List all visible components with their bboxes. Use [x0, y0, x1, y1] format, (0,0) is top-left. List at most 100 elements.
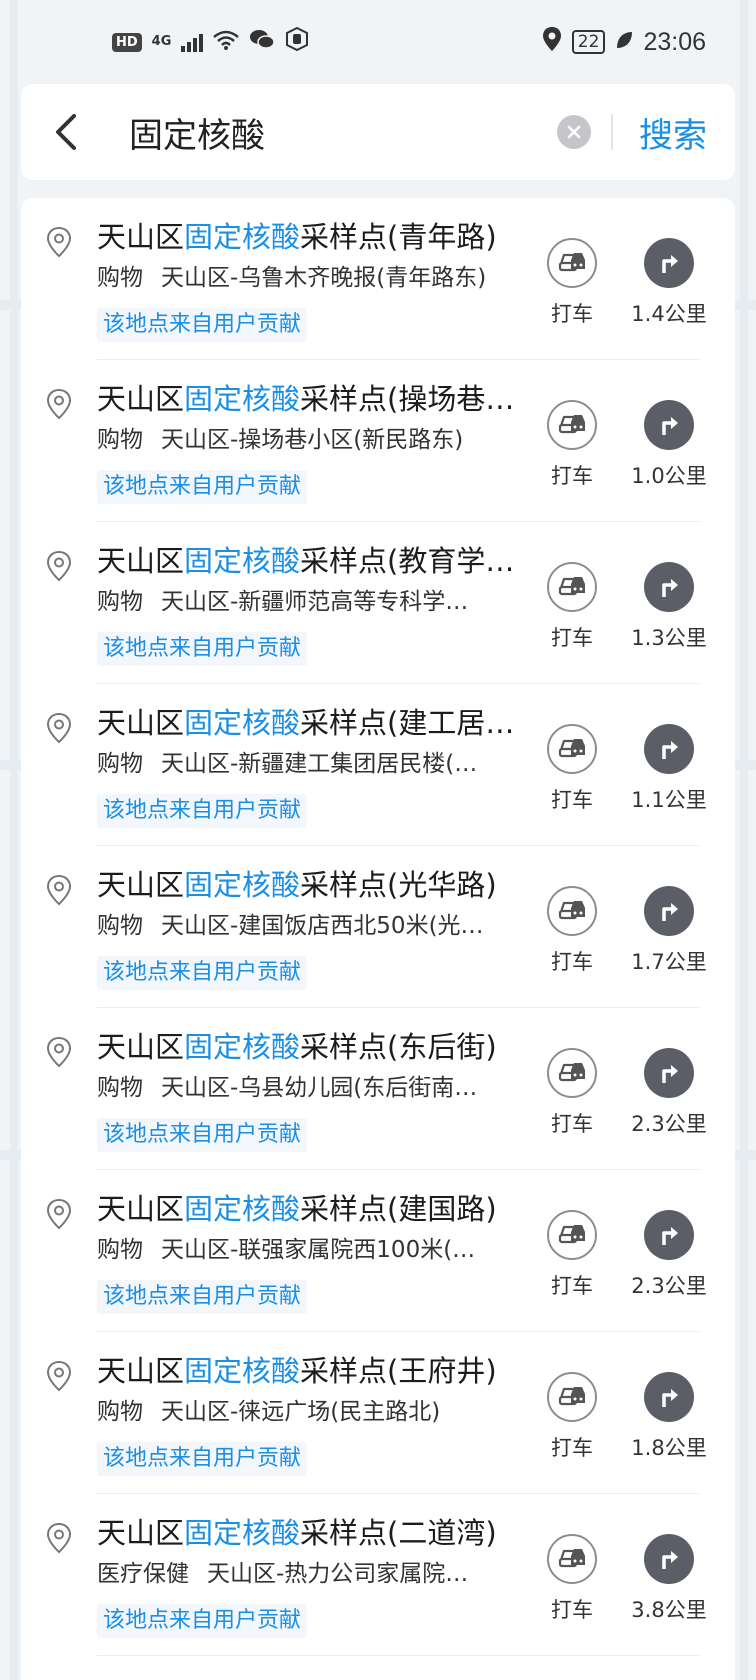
- taxi-label: 打车: [551, 1274, 593, 1298]
- result-subtitle: 医疗保健 天山区-热力公司家属院…: [97, 1558, 541, 1590]
- taxi-button[interactable]: 打车: [537, 1534, 607, 1624]
- taxi-button[interactable]: 打车: [537, 400, 607, 490]
- distance-label: 2.3公里: [631, 1274, 707, 1298]
- result-address: 天山区-操场巷小区(新民路东): [161, 427, 464, 453]
- title-suffix: 采样点(王府井): [300, 1354, 497, 1388]
- result-item[interactable]: 天山区固定核酸采样点(光华路) 购物 天山区-建国饭店西北50米(光… 该地点来自…: [21, 846, 735, 1008]
- distance-label: 1.0公里: [631, 464, 707, 488]
- close-icon: [567, 125, 581, 139]
- car-icon: [558, 901, 585, 920]
- results-list: 天山区固定核酸采样点(青年路) 购物 天山区-乌鲁木齐晚报(青年路东) 该地点来自…: [21, 198, 735, 1680]
- result-item[interactable]: 天山区固定核酸采样点(教育学… 购物 天山区-新疆师范高等专科学… 该地点来自用户…: [21, 522, 735, 684]
- route-icon-circle: [644, 562, 694, 612]
- location-pin-icon: [46, 550, 72, 582]
- result-item[interactable]: 天山区固定核酸采样点(东后街) 购物 天山区-乌县幼儿园(东后街南… 该地点来自用…: [21, 1008, 735, 1170]
- title-suffix: 采样点(建工居…: [300, 706, 515, 740]
- result-item[interactable]: 天山区固定核酸采样点(建国路) 购物 天山区-联强家属院西100米(… 该地点来自…: [21, 1170, 735, 1332]
- taxi-button[interactable]: 打车: [537, 1372, 607, 1462]
- row-actions: 打车 3.8公里: [537, 1534, 711, 1624]
- title-suffix: 采样点(光华路): [300, 868, 497, 902]
- taxi-button[interactable]: 打车: [537, 1210, 607, 1300]
- user-contributed-tag: 该地点来自用户贡献: [97, 794, 308, 828]
- title-prefix: 天山区: [97, 1030, 185, 1064]
- back-button[interactable]: [21, 84, 111, 180]
- title-highlight: 固定核酸: [184, 1354, 301, 1388]
- title-prefix: 天山区: [97, 544, 185, 578]
- location-pin-icon: [46, 1522, 72, 1554]
- taxi-button[interactable]: 打车: [537, 886, 607, 976]
- result-item[interactable]: 天山区固定核酸采样点(王府井) 购物 天山区-徕远广场(民主路北) 该地点来自用户…: [21, 1332, 735, 1494]
- clear-button[interactable]: [557, 115, 591, 149]
- distance-label: 2.3公里: [631, 1112, 707, 1136]
- route-button[interactable]: 3.8公里: [627, 1534, 711, 1624]
- route-icon-circle: [644, 1210, 694, 1260]
- result-category: 购物: [97, 1075, 143, 1101]
- pin-column: [21, 1170, 97, 1332]
- taxi-icon-circle: [547, 1048, 597, 1098]
- title-highlight: 固定核酸: [184, 220, 301, 254]
- title-prefix: 天山区: [97, 868, 185, 902]
- car-icon: [558, 1225, 585, 1244]
- taxi-button[interactable]: 打车: [537, 562, 607, 652]
- distance-label: 1.3公里: [631, 626, 707, 650]
- route-icon-circle: [644, 724, 694, 774]
- result-item[interactable]: 天山区固定核酸采样点(建工居… 购物 天山区-新疆建工集团居民楼(… 该地点来自用…: [21, 684, 735, 846]
- search-button[interactable]: 搜索: [639, 108, 707, 157]
- user-contributed-tag: 该地点来自用户贡献: [97, 308, 308, 342]
- pin-column: [21, 1008, 97, 1170]
- result-address: 天山区-乌县幼儿园(东后街南…: [161, 1075, 478, 1101]
- route-button[interactable]: 1.3公里: [627, 562, 711, 652]
- signal-icon: [181, 32, 204, 52]
- result-address: 天山区-乌鲁木齐晚报(青年路东): [161, 265, 487, 291]
- title-suffix: 采样点(操场巷…: [300, 382, 515, 416]
- result-title: 天山区固定核酸采样点(建国路): [97, 1190, 541, 1228]
- pin-column: [21, 1494, 97, 1656]
- distance-label: 1.8公里: [631, 1436, 707, 1460]
- result-item[interactable]: 天山区固定核酸采样点(青年路) 购物 天山区-乌鲁木齐晚报(青年路东) 该地点来自…: [21, 198, 735, 360]
- result-subtitle: 购物 天山区-联强家属院西100米(…: [97, 1234, 541, 1266]
- title-suffix: 采样点(二道湾): [300, 1516, 497, 1550]
- taxi-label: 打车: [551, 464, 593, 488]
- distance-label: 3.8公里: [631, 1598, 707, 1622]
- route-button[interactable]: 1.7公里: [627, 886, 711, 976]
- result-title: 天山区固定核酸采样点(光华路): [97, 866, 541, 904]
- taxi-icon-circle: [547, 238, 597, 288]
- title-prefix: 天山区: [97, 706, 185, 740]
- route-button[interactable]: 1.1公里: [627, 724, 711, 814]
- info-column: 天山区固定核酸采样点(王府井) 购物 天山区-徕远广场(民主路北) 该地点来自用户…: [97, 1332, 541, 1494]
- location-pin-icon: [46, 1036, 72, 1068]
- taxi-icon-circle: [547, 1372, 597, 1422]
- pin-column: [21, 360, 97, 522]
- route-button[interactable]: 2.3公里: [627, 1210, 711, 1300]
- car-icon: [558, 1549, 585, 1568]
- turn-right-icon: [662, 417, 678, 435]
- turn-right-icon: [662, 1551, 678, 1569]
- result-item[interactable]: 天山区固定核酸采样点(操场巷… 购物 天山区-操场巷小区(新民路东) 该地点来自用…: [21, 360, 735, 522]
- result-category: 购物: [97, 1237, 143, 1263]
- route-button[interactable]: 1.4公里: [627, 238, 711, 328]
- pin-column: [21, 522, 97, 684]
- route-icon-circle: [644, 1372, 694, 1422]
- taxi-label: 打车: [551, 626, 593, 650]
- result-title: 天山区固定核酸采样点(建工居…: [97, 704, 541, 742]
- title-prefix: 天山区: [97, 1192, 185, 1226]
- turn-right-icon: [662, 1389, 678, 1407]
- taxi-button[interactable]: 打车: [537, 238, 607, 328]
- title-suffix: 采样点(东后街): [300, 1030, 497, 1064]
- taxi-button[interactable]: 打车: [537, 1048, 607, 1138]
- taxi-label: 打车: [551, 788, 593, 812]
- result-category: 购物: [97, 427, 143, 453]
- route-icon-circle: [644, 400, 694, 450]
- result-item[interactable]: 天山区固定核酸采样点(二道湾) 医疗保健 天山区-热力公司家属院… 该地点来自用户…: [21, 1494, 735, 1656]
- route-icon-circle: [644, 886, 694, 936]
- route-button[interactable]: 1.8公里: [627, 1372, 711, 1462]
- wechat-icon: [249, 28, 276, 56]
- leaf-icon: [615, 28, 633, 56]
- route-button[interactable]: 1.0公里: [627, 400, 711, 490]
- title-highlight: 固定核酸: [184, 544, 301, 578]
- info-column: 天山区固定核酸采样点(二道湾) 医疗保健 天山区-热力公司家属院… 该地点来自用户…: [97, 1494, 541, 1656]
- taxi-button[interactable]: 打车: [537, 724, 607, 814]
- search-input[interactable]: [111, 112, 557, 152]
- result-address: 天山区-建国饭店西北50米(光…: [161, 913, 484, 939]
- route-button[interactable]: 2.3公里: [627, 1048, 711, 1138]
